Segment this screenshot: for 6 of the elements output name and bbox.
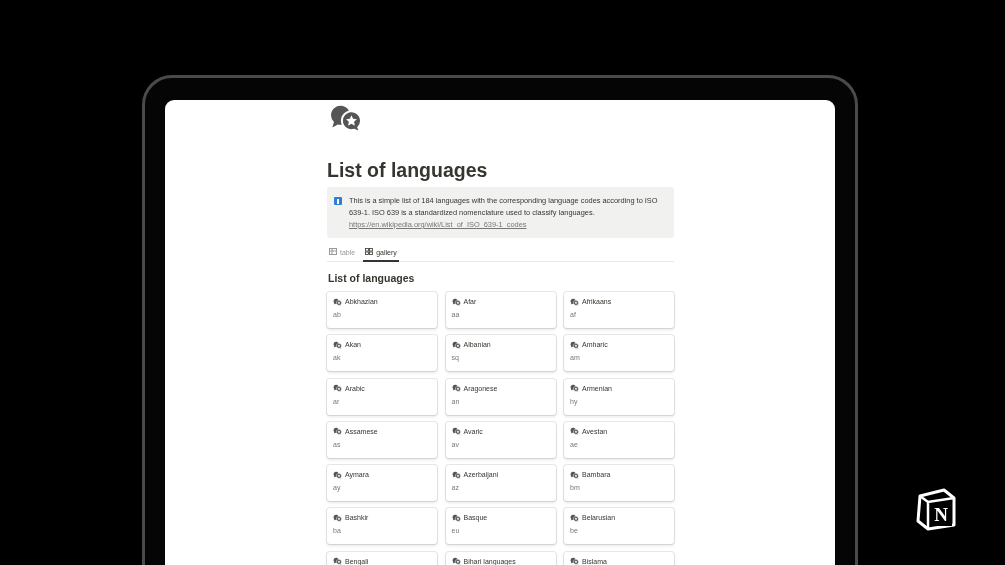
notion-logo: N xyxy=(914,487,958,531)
info-icon xyxy=(334,197,342,205)
grid-icon xyxy=(365,248,374,256)
gallery-title: List of languages xyxy=(328,271,416,285)
table-icon xyxy=(329,248,337,256)
page-title: List of languages xyxy=(327,158,489,183)
